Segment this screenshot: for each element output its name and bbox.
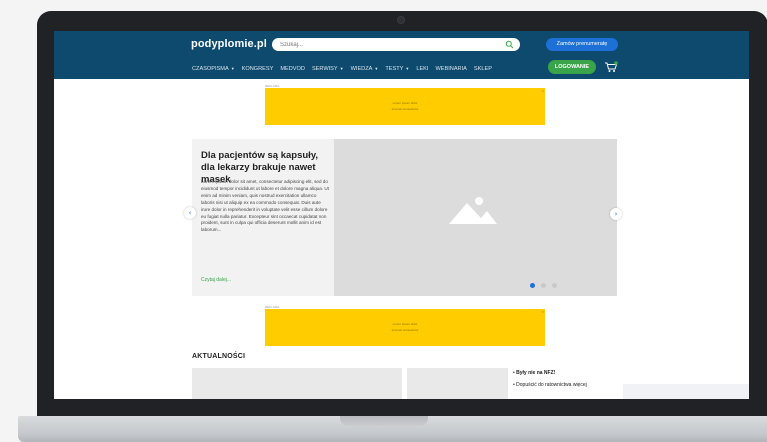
nav-item-czasopisma[interactable]: CZASOPISMA ▼ — [192, 64, 235, 74]
nav-item-label: KONGRESY — [241, 66, 274, 72]
ad-text: Lorem ipsum dolor — [392, 322, 418, 326]
nav-item-label: WEBINARIA — [435, 66, 467, 72]
login-button[interactable]: LOGOWANIE — [548, 60, 596, 74]
image-placeholder-icon — [449, 197, 497, 224]
featured-slider: Dla pacjentów są kapsuły, dla lekarzy br… — [192, 139, 617, 296]
slider-prev-button[interactable]: ‹ — [184, 207, 196, 219]
bottom-strip — [623, 384, 749, 399]
search-icon[interactable] — [505, 40, 514, 49]
news-card[interactable] — [407, 368, 508, 399]
nav-item-label: MEDVOD — [280, 66, 305, 72]
nav-item-serwisy[interactable]: SERWISY ▼ — [312, 64, 344, 74]
nav-item-testy[interactable]: TESTY ▼ — [385, 64, 409, 74]
chevron-down-icon: ▼ — [230, 66, 235, 71]
slider-dot[interactable] — [541, 283, 546, 288]
browser-viewport: podyplomie.pl Zamów prenumeratę CZASOPIS… — [54, 31, 749, 399]
slider-dot[interactable] — [530, 283, 535, 288]
site-logo[interactable]: podyplomie.pl — [191, 38, 267, 50]
main-nav: CZASOPISMA ▼ KONGRESY MEDVOD SERWISY ▼ WIE… — [192, 64, 499, 74]
slider-next-button[interactable]: › — [610, 208, 622, 220]
news-link[interactable]: • Były nie na NFZ! — [513, 367, 613, 379]
nav-item-label: LEKI — [416, 66, 429, 72]
nav-item-kongresy[interactable]: KONGRESY — [242, 64, 274, 74]
site-header: podyplomie.pl Zamów prenumeratę CZASOPIS… — [54, 31, 749, 79]
chevron-down-icon: ▼ — [339, 66, 344, 71]
nav-item-label: WIEDZA — [350, 66, 373, 72]
slider-dot[interactable] — [552, 283, 557, 288]
close-icon[interactable]: × — [542, 309, 544, 314]
cart-icon[interactable] — [604, 61, 618, 73]
nav-item-label: SERWISY — [311, 66, 338, 72]
slide-text-panel: Dla pacjentów są kapsuły, dla lekarzy br… — [192, 139, 334, 296]
nav-item-leki[interactable]: LEKI — [416, 64, 428, 74]
nav-item-webinaria[interactable]: WEBINARIA — [435, 64, 466, 74]
subscribe-button[interactable]: Zamów prenumeratę — [546, 38, 618, 51]
slide-image[interactable] — [334, 139, 617, 296]
slide-excerpt: Lorem ipsum dolor sit amet, consectetur … — [201, 179, 329, 233]
ad-text: sit amet consectetur — [391, 328, 419, 332]
ad-text: sit amet consectetur — [391, 107, 419, 111]
chevron-left-icon: ‹ — [188, 209, 192, 217]
news-link-list: • Były nie na NFZ! • Dopuścić do ratowni… — [513, 367, 613, 391]
nav-item-sklep[interactable]: SKLEP — [474, 64, 492, 74]
read-more-link[interactable]: Czytaj dalej... — [201, 277, 231, 283]
slider-pagination — [530, 283, 557, 288]
ad-banner-top[interactable]: × Lorem ipsum dolor sit amet consectetur — [265, 88, 545, 125]
news-link[interactable]: • Dopuścić do ratownictwa więcej — [513, 379, 613, 391]
nav-item-wiedza[interactable]: WIEDZA ▼ — [351, 64, 379, 74]
nav-item-medvod[interactable]: MEDVOD — [280, 64, 305, 74]
chevron-down-icon: ▼ — [374, 66, 379, 71]
chevron-right-icon: › — [614, 210, 618, 218]
laptop-mockup: podyplomie.pl Zamów prenumeratę CZASOPIS… — [0, 0, 767, 442]
nav-item-label: CZASOPISMA — [192, 66, 229, 72]
nav-item-label: SKLEP — [473, 66, 492, 72]
search-input[interactable] — [280, 38, 500, 51]
close-icon[interactable]: × — [542, 88, 544, 93]
nav-item-label: TESTY — [385, 66, 404, 72]
laptop-notch — [340, 416, 428, 426]
news-section-title: AKTUALNOŚCI — [192, 353, 246, 360]
webcam — [397, 16, 405, 24]
ad-text: Lorem ipsum dolor — [392, 101, 418, 105]
ad-banner-middle[interactable]: × Lorem ipsum dolor sit amet consectetur — [265, 309, 545, 346]
chevron-down-icon: ▼ — [405, 66, 410, 71]
search-bar[interactable] — [272, 38, 520, 51]
news-card[interactable] — [192, 368, 402, 399]
